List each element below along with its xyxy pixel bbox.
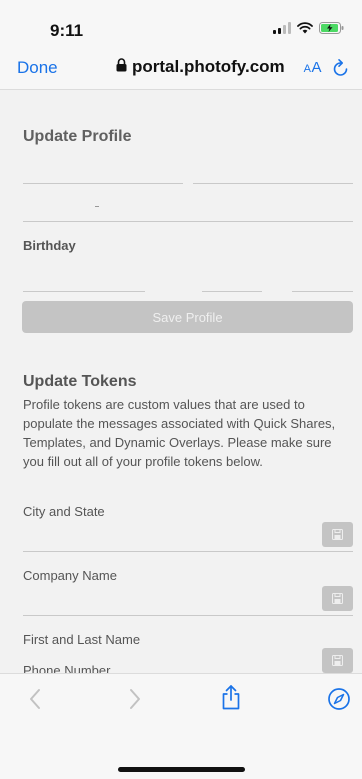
token-label-company-name: Company Name — [23, 568, 117, 583]
email-field[interactable] — [23, 221, 353, 222]
url-text: portal.photofy.com — [132, 57, 285, 76]
birthday-day-field[interactable] — [202, 291, 262, 292]
token-label-city-state: City and State — [23, 504, 105, 519]
save-profile-button[interactable]: Save Profile — [22, 301, 353, 333]
forward-icon[interactable] — [128, 688, 142, 715]
text-size-big-label: A — [311, 59, 322, 76]
update-profile-heading: Update Profile — [23, 128, 132, 145]
browser-bottom-bar — [0, 673, 362, 779]
done-button[interactable]: Done — [17, 58, 58, 78]
save-icon — [332, 529, 343, 540]
save-first-last-name-button[interactable] — [322, 648, 353, 673]
status-bar: 9:11 — [0, 0, 362, 48]
save-icon — [332, 655, 343, 666]
token-label-first-last-name: First and Last Name — [23, 632, 141, 647]
tokens-description: Profile tokens are custom values that ar… — [23, 397, 336, 469]
browser-toolbar: Done portal.photofy.com AA — [0, 48, 362, 90]
birthday-label: Birthday — [23, 238, 76, 253]
last-name-field[interactable] — [193, 183, 353, 184]
update-tokens-heading: Update Tokens — [23, 373, 137, 390]
text-size-button[interactable]: AA — [304, 59, 322, 76]
signal-icon — [273, 22, 291, 34]
battery-charging-icon — [319, 22, 344, 34]
token-label-phone-number: Phone Number — [23, 663, 111, 673]
page-content: Update Profile Birthday Save Profile Upd… — [0, 91, 362, 673]
save-icon — [332, 593, 343, 604]
save-city-state-button[interactable] — [322, 522, 353, 547]
compass-icon[interactable] — [327, 687, 351, 716]
status-icons — [273, 22, 344, 34]
birthday-year-field[interactable] — [292, 291, 353, 292]
back-icon[interactable] — [28, 688, 42, 715]
token-input-company-name[interactable] — [23, 615, 353, 616]
home-indicator — [118, 767, 245, 772]
birthday-month-field[interactable] — [23, 291, 145, 292]
wifi-icon — [297, 22, 313, 34]
first-name-field[interactable] — [23, 183, 183, 184]
lock-icon — [116, 57, 127, 77]
field-cursor — [95, 206, 99, 207]
address-bar[interactable]: portal.photofy.com — [116, 57, 285, 77]
token-input-city-state[interactable] — [23, 551, 353, 552]
share-icon[interactable] — [221, 684, 241, 715]
reload-icon[interactable] — [332, 58, 350, 83]
status-time: 9:11 — [50, 21, 84, 40]
save-company-name-button[interactable] — [322, 586, 353, 611]
